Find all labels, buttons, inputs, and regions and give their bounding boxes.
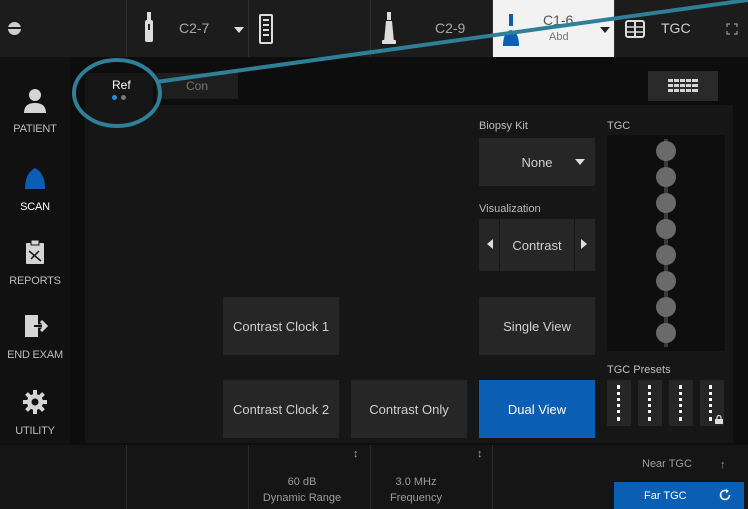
callout-annotation <box>72 0 748 128</box>
callout-circle <box>72 58 162 128</box>
callout-pointer-line <box>155 0 748 84</box>
